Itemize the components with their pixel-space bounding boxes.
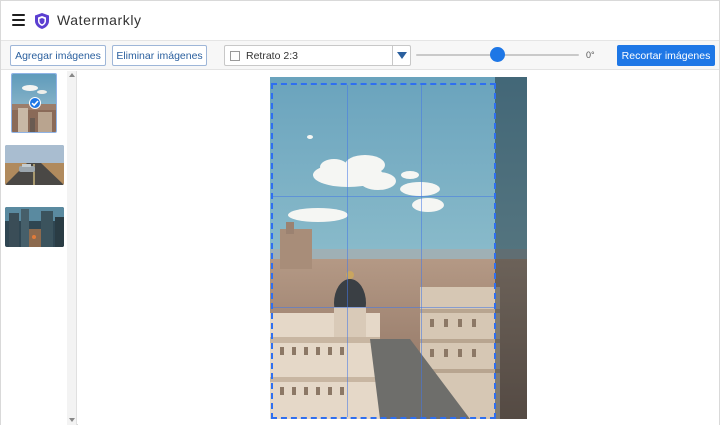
crop-frame[interactable] bbox=[271, 83, 496, 419]
app-window: Watermarkly Agregar imágenes Eliminar im… bbox=[0, 0, 720, 425]
crop-grid-line bbox=[421, 85, 422, 417]
city-street-thumbnail[interactable] bbox=[5, 207, 64, 247]
sidebar-scrollbar[interactable] bbox=[67, 71, 76, 425]
aspect-ratio-value: Retrato 2:3 bbox=[246, 49, 298, 62]
crop-grid-line bbox=[273, 196, 494, 197]
chevron-down-icon[interactable] bbox=[392, 46, 410, 65]
crop-grid-line bbox=[273, 307, 494, 308]
madrid-city-thumbnail[interactable] bbox=[11, 73, 57, 133]
hamburger-menu-icon[interactable] bbox=[12, 14, 25, 26]
crop-images-button[interactable]: Recortar imágenes bbox=[617, 45, 715, 66]
thumbnail-sidebar bbox=[1, 71, 77, 425]
slider-thumb[interactable] bbox=[490, 47, 505, 62]
rotation-value: 0° bbox=[586, 50, 595, 60]
scroll-up-arrow-icon[interactable] bbox=[69, 73, 75, 77]
shield-logo-icon bbox=[35, 13, 49, 29]
toolbar: Agregar imágenes Eliminar imágenes Retra… bbox=[1, 41, 719, 70]
scroll-down-arrow-icon[interactable] bbox=[69, 418, 75, 422]
aspect-ratio-select[interactable]: Retrato 2:3 bbox=[224, 45, 411, 66]
rotation-slider[interactable] bbox=[416, 47, 579, 62]
app-header: Watermarkly bbox=[1, 1, 719, 41]
selected-check-icon bbox=[29, 97, 41, 109]
remove-images-button[interactable]: Eliminar imágenes bbox=[112, 45, 207, 66]
road-car-thumbnail[interactable] bbox=[5, 145, 64, 185]
add-images-button[interactable]: Agregar imágenes bbox=[10, 45, 106, 66]
app-title: Watermarkly bbox=[57, 12, 142, 28]
crop-grid-line bbox=[347, 85, 348, 417]
ratio-checkbox[interactable] bbox=[230, 50, 240, 61]
